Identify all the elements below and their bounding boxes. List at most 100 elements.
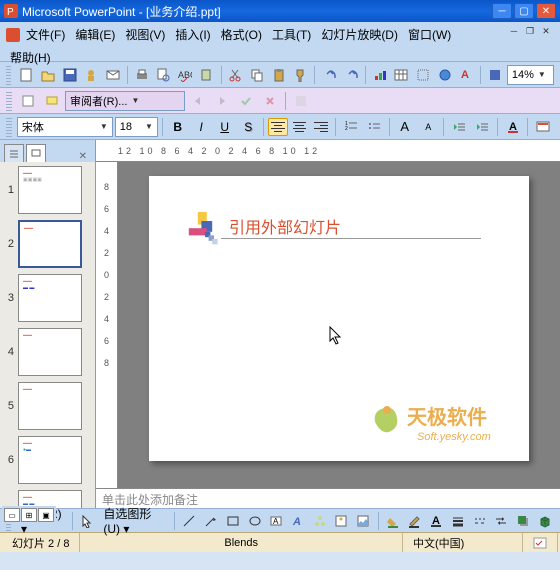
line-style-button[interactable] bbox=[449, 510, 468, 532]
decrease-font-button[interactable]: A bbox=[417, 116, 439, 138]
sorter-view-button[interactable]: ⊞ bbox=[21, 508, 37, 522]
outline-tab[interactable] bbox=[4, 144, 24, 162]
tables-borders-button[interactable] bbox=[413, 64, 433, 86]
decrease-indent-button[interactable] bbox=[448, 116, 470, 138]
format-painter-button[interactable] bbox=[291, 64, 311, 86]
status-spell-icon[interactable] bbox=[523, 533, 558, 552]
rectangle-button[interactable] bbox=[224, 510, 243, 532]
open-button[interactable] bbox=[38, 64, 58, 86]
doc-minimize-button[interactable]: ─ bbox=[506, 24, 522, 38]
maximize-button[interactable]: ▢ bbox=[514, 3, 534, 19]
spelling-button[interactable]: ABC bbox=[175, 64, 195, 86]
menu-edit[interactable]: 编辑(E) bbox=[71, 24, 119, 45]
print-button[interactable] bbox=[132, 64, 152, 86]
show-formatting-button[interactable] bbox=[485, 64, 505, 86]
menu-tools[interactable]: 工具(T) bbox=[268, 24, 315, 45]
menu-slideshow[interactable]: 幻灯片放映(D) bbox=[317, 24, 402, 45]
bold-button[interactable]: B bbox=[167, 116, 189, 138]
vertical-ruler[interactable]: 8 6 4 2 0 2 4 6 8 bbox=[96, 162, 118, 488]
show-markup-button[interactable] bbox=[17, 90, 39, 112]
print-preview-button[interactable] bbox=[154, 64, 174, 86]
reviewer-combo[interactable]: 审阅者(R)...▼ bbox=[65, 91, 185, 111]
thumbnails-list[interactable]: 1━━━▣▣▣▣ 2━━━ 3━━━▬ ▬ 4━━━ 5━━━ 6━━━●▬ 7… bbox=[0, 162, 95, 508]
menu-window[interactable]: 窗口(W) bbox=[404, 24, 455, 45]
3d-style-button[interactable] bbox=[535, 510, 554, 532]
line-color-button[interactable] bbox=[405, 510, 424, 532]
toolbar-grip[interactable] bbox=[6, 91, 12, 111]
panel-close-button[interactable]: ✕ bbox=[75, 151, 91, 162]
slide-canvas-area[interactable]: 引用外部幻灯片 天极软件 Soft.yesky.com bbox=[118, 162, 560, 488]
line-button[interactable] bbox=[180, 510, 199, 532]
menu-view[interactable]: 视图(V) bbox=[121, 24, 169, 45]
minimize-button[interactable]: ─ bbox=[492, 3, 512, 19]
expand-button[interactable]: A bbox=[457, 64, 477, 86]
select-objects-button[interactable] bbox=[78, 510, 97, 532]
comment-button[interactable] bbox=[41, 90, 63, 112]
clipart-button[interactable] bbox=[332, 510, 351, 532]
diagram-button[interactable] bbox=[310, 510, 329, 532]
design-button[interactable] bbox=[532, 116, 554, 138]
toolbar-grip[interactable] bbox=[6, 65, 11, 85]
toolbar-grip[interactable] bbox=[6, 117, 12, 137]
arrow-style-button[interactable] bbox=[492, 510, 511, 532]
prev-button[interactable] bbox=[187, 90, 209, 112]
numbering-button[interactable]: 12 bbox=[340, 116, 362, 138]
bullets-button[interactable] bbox=[363, 116, 385, 138]
thumbnail-5[interactable]: ━━━ bbox=[18, 382, 82, 430]
doc-restore-button[interactable]: ❐ bbox=[522, 24, 538, 38]
horizontal-ruler[interactable]: 12 10 8 6 4 2 0 2 4 6 8 10 12 bbox=[96, 140, 560, 162]
zoom-combo[interactable]: 14%▼ bbox=[507, 65, 554, 85]
underline-button[interactable]: U bbox=[214, 116, 236, 138]
insert-hyperlink-button[interactable] bbox=[435, 64, 455, 86]
save-button[interactable] bbox=[60, 64, 80, 86]
slide-title[interactable]: 引用外部幻灯片 bbox=[229, 214, 341, 238]
increase-font-button[interactable]: A bbox=[394, 116, 416, 138]
research-button[interactable] bbox=[197, 64, 217, 86]
close-button[interactable]: ✕ bbox=[536, 3, 556, 19]
arrow-button[interactable] bbox=[202, 510, 221, 532]
align-right-button[interactable] bbox=[311, 118, 331, 136]
menu-insert[interactable]: 插入(I) bbox=[171, 24, 214, 45]
picture-button[interactable] bbox=[354, 510, 373, 532]
doc-close-button[interactable]: ✕ bbox=[538, 24, 554, 38]
paste-button[interactable] bbox=[269, 64, 289, 86]
slideshow-view-button[interactable]: ▣ bbox=[38, 508, 54, 522]
status-language[interactable]: 中文(中国) bbox=[403, 533, 523, 552]
font-color-button[interactable]: A bbox=[502, 116, 524, 138]
apply-button[interactable] bbox=[235, 90, 257, 112]
insert-chart-button[interactable] bbox=[370, 64, 390, 86]
thumbnail-3[interactable]: ━━━▬ ▬ bbox=[18, 274, 82, 322]
italic-button[interactable]: I bbox=[190, 116, 212, 138]
oval-button[interactable] bbox=[245, 510, 264, 532]
thumbnail-2[interactable]: ━━━ bbox=[18, 220, 82, 268]
next-button[interactable] bbox=[211, 90, 233, 112]
textbox-button[interactable]: A bbox=[267, 510, 286, 532]
redo-button[interactable] bbox=[341, 64, 361, 86]
shadow-style-button[interactable] bbox=[514, 510, 533, 532]
new-button[interactable] bbox=[16, 64, 36, 86]
undo-button[interactable] bbox=[319, 64, 339, 86]
font-color-button[interactable]: A bbox=[427, 510, 446, 532]
copy-button[interactable] bbox=[247, 64, 267, 86]
menu-file[interactable]: 文件(F) bbox=[22, 24, 69, 45]
insert-table-button[interactable] bbox=[391, 64, 411, 86]
font-combo[interactable]: 宋体▼ bbox=[17, 117, 113, 137]
slides-tab[interactable] bbox=[26, 144, 46, 162]
thumbnail-6[interactable]: ━━━●▬ bbox=[18, 436, 82, 484]
dash-style-button[interactable] bbox=[470, 510, 489, 532]
thumbnail-4[interactable]: ━━━ bbox=[18, 328, 82, 376]
cut-button[interactable] bbox=[226, 64, 246, 86]
shadow-button[interactable]: S bbox=[237, 116, 259, 138]
increase-indent-button[interactable] bbox=[471, 116, 493, 138]
font-size-combo[interactable]: 18▼ bbox=[115, 117, 158, 137]
align-left-button[interactable] bbox=[268, 118, 288, 136]
permission-button[interactable] bbox=[81, 64, 101, 86]
align-center-button[interactable] bbox=[290, 118, 310, 136]
email-button[interactable] bbox=[103, 64, 123, 86]
unapply-button[interactable] bbox=[259, 90, 281, 112]
normal-view-button[interactable]: ▭ bbox=[4, 508, 20, 522]
thumbnail-1[interactable]: ━━━▣▣▣▣ bbox=[18, 166, 82, 214]
fill-color-button[interactable] bbox=[383, 510, 402, 532]
end-review-button[interactable] bbox=[290, 90, 312, 112]
slide-canvas[interactable]: 引用外部幻灯片 天极软件 Soft.yesky.com bbox=[149, 176, 529, 461]
